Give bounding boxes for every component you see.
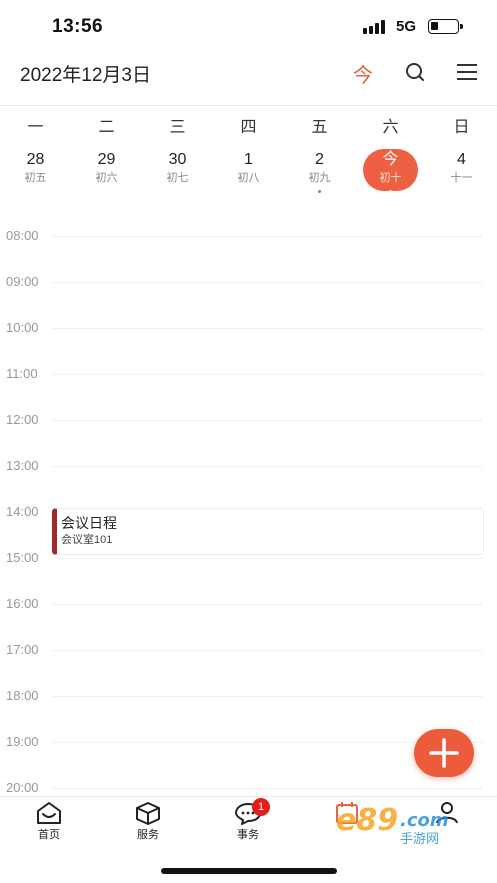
calendar-header: 2022年12月3日 今 [0, 52, 497, 106]
day-number: 4 [457, 151, 466, 168]
day-timeline[interactable]: 08:00 09:00 10:00 11:00 12:00 13:00 14:0… [0, 208, 497, 796]
hour-label: 20:00 [6, 780, 39, 795]
weekday-label: 四 [240, 119, 257, 136]
day-cell[interactable]: 30 初七 [142, 151, 213, 199]
nav-home[interactable]: 首页 [19, 801, 79, 845]
hour-label: 09:00 [6, 274, 39, 289]
day-number: 今 [382, 151, 399, 168]
day-number: 28 [26, 151, 45, 168]
week-strip: 一 二 三 四 五 六 日 28 初五 29 初六 30 初七 1 初八 2 初… [0, 113, 497, 201]
lunar-date: 十一 [450, 172, 473, 184]
event-location: 会议室101 [61, 534, 113, 546]
day-cell[interactable]: 29 初六 [71, 151, 142, 199]
notification-badge: 1 [252, 798, 270, 816]
hour-label: 10:00 [6, 320, 39, 335]
hour-row: 20:00 [0, 780, 497, 796]
site-watermark: e89 .com 手游网 [334, 800, 474, 847]
lunar-date: 初九 [308, 172, 331, 184]
nav-label: 事务 [237, 829, 259, 841]
day-number: 29 [97, 151, 116, 168]
day-cell-selected[interactable]: 今 初十 [355, 149, 426, 199]
network-type: 5G [396, 18, 417, 35]
search-icon[interactable] [403, 60, 427, 84]
nav-label: 首页 [38, 829, 60, 841]
add-event-button[interactable] [414, 729, 474, 777]
weekday-label: 二 [98, 119, 115, 136]
hour-row: 15:00 [0, 550, 497, 604]
weekday-label: 三 [169, 119, 186, 136]
today-button[interactable]: 今 [351, 59, 375, 88]
hour-label: 13:00 [6, 458, 39, 473]
battery-icon [428, 19, 463, 34]
plus-icon [429, 738, 459, 768]
hour-label: 18:00 [6, 688, 39, 703]
nav-services[interactable]: 服务 [118, 801, 178, 845]
event-card[interactable]: 会议日程 会议室101 [52, 508, 484, 555]
hour-row: 09:00 [0, 274, 497, 328]
hour-label: 16:00 [6, 596, 39, 611]
current-date-title[interactable]: 2022年12月3日 [20, 60, 151, 87]
day-number: 30 [168, 151, 187, 168]
lunar-date: 初十 [379, 172, 402, 184]
hour-row: 10:00 [0, 320, 497, 374]
hour-label: 19:00 [6, 734, 39, 749]
weekday-label: 日 [453, 119, 470, 136]
home-icon [37, 802, 61, 824]
hour-row: 12:00 [0, 412, 497, 466]
event-title: 会议日程 [61, 515, 117, 531]
day-number: 2 [315, 151, 324, 168]
day-cell[interactable]: 28 初五 [0, 151, 71, 199]
home-indicator [161, 868, 337, 874]
hour-label: 14:00 [6, 504, 39, 519]
day-cell[interactable]: 2 初九 [284, 151, 355, 199]
lunar-date: 初五 [24, 172, 47, 184]
signal-icon [363, 20, 387, 34]
svg-text:.com: .com [400, 810, 449, 831]
lunar-date: 初七 [166, 172, 189, 184]
event-dot [389, 190, 392, 193]
status-time: 13:56 [52, 16, 104, 37]
weekday-label: 一 [27, 119, 44, 136]
nav-label: 服务 [137, 829, 159, 841]
svg-text:e89: e89 [336, 803, 398, 838]
hour-row: 08:00 [0, 228, 497, 282]
status-bar: 13:56 5G [0, 0, 497, 52]
hour-label: 11:00 [6, 366, 38, 381]
menu-icon[interactable] [455, 60, 479, 84]
day-number: 1 [244, 151, 253, 168]
event-dot [318, 190, 321, 193]
svg-text:手游网: 手游网 [400, 832, 439, 846]
hour-label: 12:00 [6, 412, 39, 427]
hour-row: 13:00 [0, 458, 497, 512]
hour-label: 17:00 [6, 642, 39, 657]
weekday-label: 六 [382, 119, 399, 136]
day-cell[interactable]: 4 十一 [426, 151, 497, 199]
hour-row: 11:00 [0, 366, 497, 420]
box-icon [136, 802, 160, 825]
weekday-label: 五 [311, 119, 328, 136]
day-cell[interactable]: 1 初八 [213, 151, 284, 199]
hour-row: 16:00 [0, 596, 497, 650]
hour-row: 17:00 [0, 642, 497, 696]
hour-label: 15:00 [6, 550, 39, 565]
lunar-date: 初八 [237, 172, 260, 184]
nav-affairs[interactable]: 事务 1 [218, 798, 278, 845]
lunar-date: 初六 [95, 172, 118, 184]
hour-label: 08:00 [6, 228, 39, 243]
